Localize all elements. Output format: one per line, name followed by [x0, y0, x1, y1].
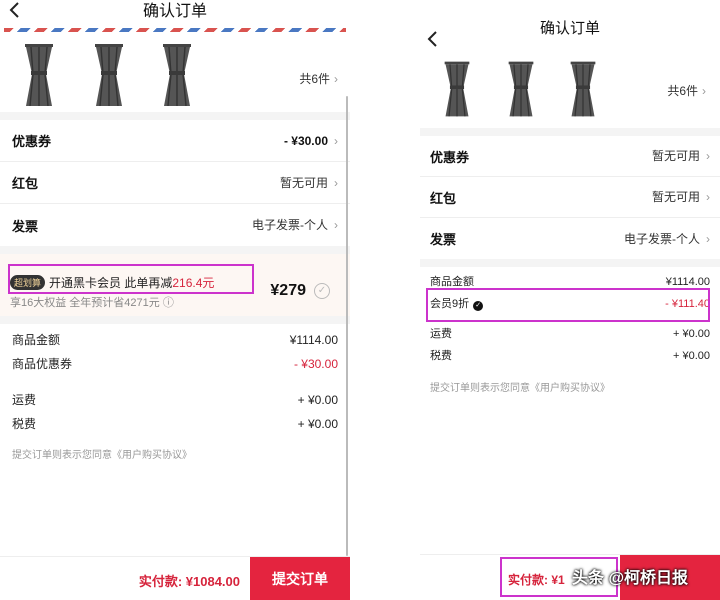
back-arrow-icon[interactable] — [8, 0, 28, 24]
coupon-row[interactable]: 优惠券 - ¥30.00 › — [0, 120, 350, 162]
chevron-right-icon: › — [706, 231, 710, 246]
product-strip[interactable]: 共6件 › — [0, 32, 350, 120]
curtain-product-image — [25, 44, 53, 106]
red-packet-value: 暂无可用 — [651, 190, 700, 204]
chevron-right-icon: › — [706, 190, 710, 204]
chevron-right-icon: › — [334, 218, 338, 232]
section-gap — [420, 259, 720, 267]
coupon-value: 暂无可用 — [651, 149, 700, 163]
chevron-right-icon: › — [334, 72, 338, 86]
summary-label: 商品金额 — [12, 333, 61, 347]
total-payment: 实付款: ¥1084.00 — [138, 574, 240, 589]
product-count[interactable]: 共6件 › — [299, 70, 338, 87]
highlight-box — [8, 264, 254, 294]
curtain-product-image — [444, 61, 470, 117]
page-title: 确认订单 — [539, 20, 600, 37]
section-gap — [0, 246, 350, 254]
red-packet-row[interactable]: 红包 暂无可用 › — [420, 177, 720, 218]
coupon-label: 优惠券 — [12, 134, 52, 149]
summary-row: 运费 + ¥0.00 — [430, 323, 710, 345]
summary-row: 商品金额 ¥1114.00 — [12, 328, 338, 352]
submit-order-button[interactable]: 提交订单 — [250, 557, 350, 600]
red-packet-value: 暂无可用 — [279, 175, 328, 190]
total-payment: 实付款: ¥1 — [508, 573, 565, 587]
summary-separator — [12, 376, 338, 388]
product-count[interactable]: 共6件 › — [667, 82, 706, 99]
invoice-label: 发票 — [430, 232, 457, 247]
summary-label: 商品优惠券 — [12, 357, 73, 371]
summary-label: 运费 — [430, 328, 452, 340]
product-count-label: 共6件 — [299, 72, 330, 86]
chevron-right-icon: › — [334, 133, 338, 148]
right-order-screen: 确认订单 共6件 › 优惠券 暂无可用 › 红包 暂无可用 › 发票 电子发票-… — [420, 0, 720, 600]
product-count-label: 共6件 — [667, 84, 698, 98]
curtain-product-image — [95, 44, 123, 106]
coupon-value: - ¥30.00 — [283, 133, 328, 148]
agreement-text[interactable]: 提交订单则表示您同意《用户购买协议》 — [12, 446, 338, 461]
highlight-box — [426, 288, 710, 322]
promo-subtext: 享16大权益 全年预计省4271元 ⓘ — [10, 297, 174, 309]
summary-label: 税费 — [12, 417, 37, 431]
coupon-row[interactable]: 优惠券 暂无可用 › — [420, 136, 720, 177]
curtain-product-image — [163, 44, 191, 106]
price-summary: 商品金额 ¥1114.00 商品优惠券 - ¥30.00 运费 + ¥0.00 … — [0, 324, 350, 461]
agreement-text[interactable]: 提交订单则表示您同意《用户购买协议》 — [430, 379, 710, 394]
left-order-screen: 确认订单 共6件 › 优惠券 - ¥30.00 › 红包 暂无可用 › 发票 电… — [0, 0, 350, 600]
summary-value: - ¥30.00 — [293, 357, 338, 371]
promo-price: ¥279 — [270, 282, 306, 299]
summary-row: 税费 + ¥0.00 — [12, 412, 338, 436]
summary-value: ¥1114.00 — [289, 333, 338, 347]
summary-label: 运费 — [12, 393, 37, 407]
invoice-row[interactable]: 发票 电子发票-个人 › — [420, 218, 720, 259]
summary-value: + ¥0.00 — [672, 328, 710, 340]
coupon-label: 优惠券 — [430, 149, 470, 165]
black-card-promo[interactable]: 超划算 开通黑卡会员 此单再减216.4元 享16大权益 全年预计省4271元 ⓘ… — [0, 254, 350, 324]
invoice-value: 电子发票-个人 — [252, 218, 328, 232]
check-circle-icon[interactable]: ✓ — [314, 283, 330, 299]
chevron-right-icon: › — [706, 149, 710, 163]
checkout-bar: 实付款: ¥1084.00 提交订单 — [0, 556, 350, 600]
invoice-row[interactable]: 发票 电子发票-个人 › — [0, 204, 350, 246]
summary-value: + ¥0.00 — [297, 417, 338, 431]
header: 确认订单 — [420, 0, 720, 47]
summary-label: 税费 — [430, 350, 452, 362]
invoice-label: 发票 — [12, 218, 39, 234]
summary-row: 运费 + ¥0.00 — [12, 388, 338, 412]
summary-value: + ¥0.00 — [297, 393, 338, 407]
curtain-product-image — [570, 61, 596, 117]
summary-row: 商品优惠券 - ¥30.00 — [12, 352, 338, 376]
back-arrow-icon[interactable] — [426, 10, 446, 50]
header: 确认订单 — [0, 0, 350, 28]
red-packet-label: 红包 — [430, 190, 457, 206]
curtain-product-image — [508, 61, 534, 117]
page-title: 确认订单 — [142, 3, 207, 20]
price-summary: 商品金额 ¥1114.00 会员9折 ✓ - ¥111.40 运费 + ¥0.00… — [420, 267, 720, 394]
red-packet-row[interactable]: 红包 暂无可用 › — [0, 162, 350, 204]
product-strip[interactable]: 共6件 › — [420, 46, 720, 136]
chevron-right-icon: › — [702, 84, 706, 98]
summary-value: + ¥0.00 — [672, 350, 710, 362]
summary-row: 税费 + ¥0.00 — [430, 345, 710, 367]
invoice-value: 电子发票-个人 — [624, 231, 700, 246]
red-packet-label: 红包 — [12, 176, 39, 191]
watermark: 头条 @柯桥日报 — [572, 570, 689, 587]
scrollbar[interactable] — [346, 96, 348, 556]
chevron-right-icon: › — [334, 175, 338, 190]
